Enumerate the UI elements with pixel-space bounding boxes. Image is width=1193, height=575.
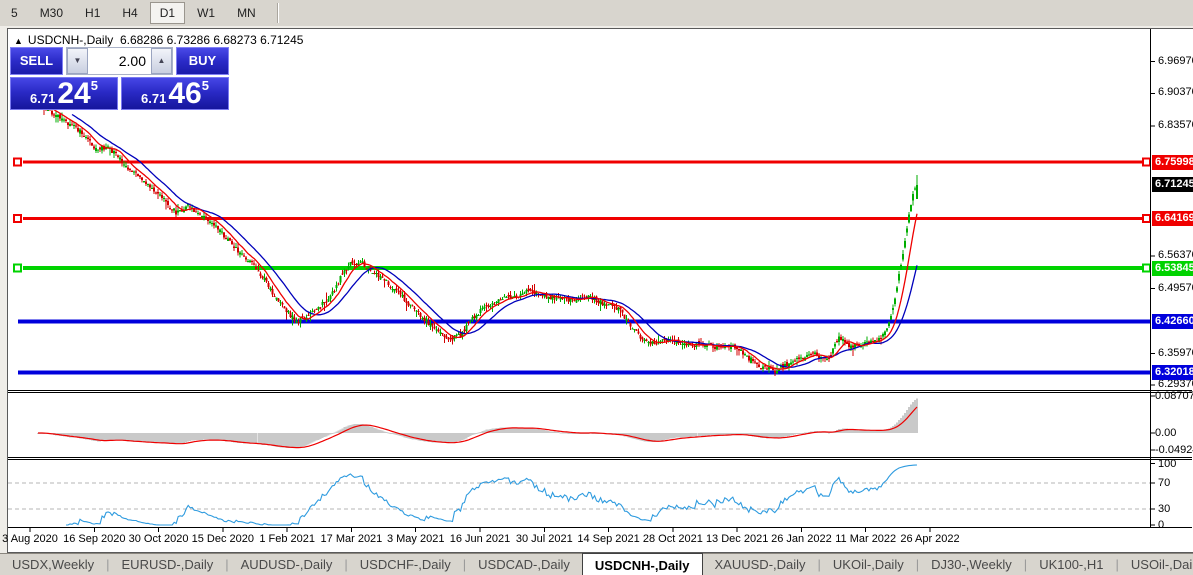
buy-price-panel[interactable]: 6.71 46 5 (121, 77, 229, 110)
sell-button[interactable]: SELL (10, 47, 63, 75)
tab-audusd-daily[interactable]: AUDUSD-,Daily (229, 554, 345, 575)
tab-usdcad-daily[interactable]: USDCAD-,Daily (466, 554, 582, 575)
buy-button[interactable]: BUY (176, 47, 229, 75)
buy-price-prefix: 6.71 (141, 91, 167, 106)
symbol-tabbar: USDX,Weekly | EURUSD-,Daily | AUDUSD-,Daily |… (0, 553, 1193, 575)
sell-price-sup: 5 (90, 78, 98, 93)
tab-dj30-weekly[interactable]: DJ30-,Weekly (919, 554, 1024, 575)
sell-price-prefix: 6.71 (30, 91, 56, 106)
tab-uk100-h1[interactable]: UK100-,H1 (1027, 554, 1115, 575)
sell-price-big: 24 (57, 77, 91, 110)
buy-price-big: 46 (168, 77, 202, 110)
volume-increase-icon[interactable]: ▲ (151, 48, 172, 74)
symbol-title: USDCNH-,Daily (27, 33, 114, 47)
toolbar-separator (276, 3, 279, 23)
volume-input[interactable] (88, 48, 151, 74)
timeframe-button-mn[interactable]: MN (227, 2, 266, 24)
timeframe-button-w1[interactable]: W1 (187, 2, 225, 24)
tab-usdcnh-daily[interactable]: USDCNH-,Daily (581, 553, 703, 575)
timeframe-button-h1[interactable]: H1 (75, 2, 110, 24)
tab-usdx-weekly[interactable]: USDX,Weekly (0, 554, 106, 575)
timeframe-button-d1[interactable]: D1 (149, 2, 186, 24)
buy-price-sup: 5 (201, 78, 209, 93)
chart-title: ▲ USDCNH-,Daily 6.68286 6.73286 6.68273 6… (14, 33, 303, 47)
volume-decrease-icon[interactable]: ▼ (67, 48, 88, 74)
tab-ukoil-daily[interactable]: UKOil-,Daily (821, 554, 916, 575)
volume-spinner: ▼ ▲ (66, 47, 173, 75)
timeframe-button-5[interactable]: 5 (1, 2, 28, 24)
timeframe-toolbar: 5 M30 H1 H4 D1 W1 MN (0, 0, 1193, 26)
one-click-trading-widget: SELL ▼ ▲ BUY 6.71 24 5 6.71 46 5 (10, 47, 229, 110)
sell-price-panel[interactable]: 6.71 24 5 (10, 77, 118, 110)
timeframe-button-h4[interactable]: H4 (112, 2, 147, 24)
collapse-icon[interactable]: ▲ (14, 36, 23, 46)
tab-usdchf-daily[interactable]: USDCHF-,Daily (348, 554, 463, 575)
tab-eurusd-daily[interactable]: EURUSD-,Daily (110, 554, 226, 575)
ohlc-values: 6.68286 6.73286 6.68273 6.71245 (119, 33, 304, 47)
mt4-workspace: 5 M30 H1 H4 D1 W1 MN ▲ USDCNH-,Daily 6.68286 6.… (0, 0, 1193, 575)
tab-xauusd-daily[interactable]: XAUUSD-,Daily (703, 554, 818, 575)
timeframe-button-m30[interactable]: M30 (30, 2, 73, 24)
tab-usoil-daily[interactable]: USOil-,Daily (1119, 554, 1193, 575)
